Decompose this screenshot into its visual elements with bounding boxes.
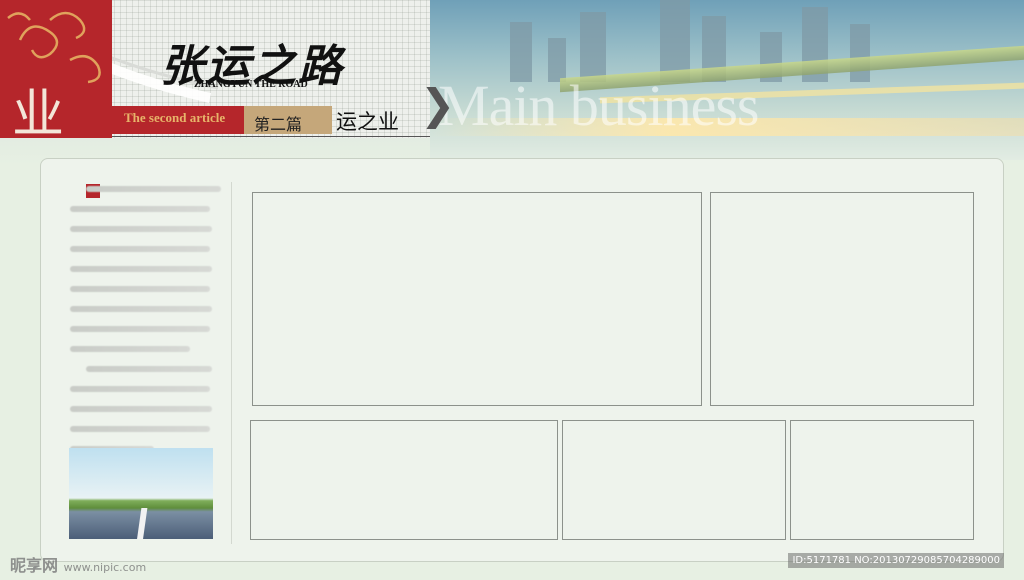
image-frame-5[interactable] — [790, 420, 974, 540]
text-line — [70, 346, 190, 352]
text-line — [70, 326, 210, 332]
road-photo — [69, 448, 213, 539]
article-label-en: The second article — [124, 110, 226, 125]
text-line — [86, 186, 221, 192]
sidebar-paragraph — [70, 186, 221, 466]
image-frame-4[interactable] — [562, 420, 786, 540]
text-line — [70, 426, 210, 432]
section-title: 运之业 — [336, 110, 399, 134]
text-line — [70, 246, 210, 252]
article-label-cn: 第二篇 — [254, 115, 303, 134]
text-line — [70, 266, 212, 272]
sidebar-divider — [231, 182, 232, 544]
subtitle-english: ZHANGYUN THE ROAD — [194, 79, 308, 90]
text-line — [70, 406, 212, 412]
chevron-right-icon: ❯ — [420, 80, 456, 129]
background-word: Main business — [438, 73, 759, 138]
image-frame-1[interactable] — [252, 192, 702, 406]
site-url: www.nipic.com — [63, 561, 147, 574]
header-banner: Main business 业 张运之路 ZHANGYUN THE ROAD T… — [0, 0, 1024, 165]
image-frame-3[interactable] — [250, 420, 558, 540]
text-line — [70, 306, 212, 312]
text-line — [70, 386, 210, 392]
road-lane — [136, 508, 148, 539]
brand-name: 昵享网 — [10, 556, 59, 575]
side-character: 业 — [12, 85, 65, 145]
text-line — [86, 366, 212, 372]
footer-brand: 昵享网 www.nipic.com — [10, 552, 146, 576]
text-line — [70, 226, 212, 232]
image-frame-2[interactable] — [710, 192, 974, 406]
text-line — [70, 286, 210, 292]
title-underline — [112, 136, 430, 137]
text-line — [70, 206, 210, 212]
footer-id: ID:5171781 NO:20130729085704289000 — [788, 553, 1004, 568]
